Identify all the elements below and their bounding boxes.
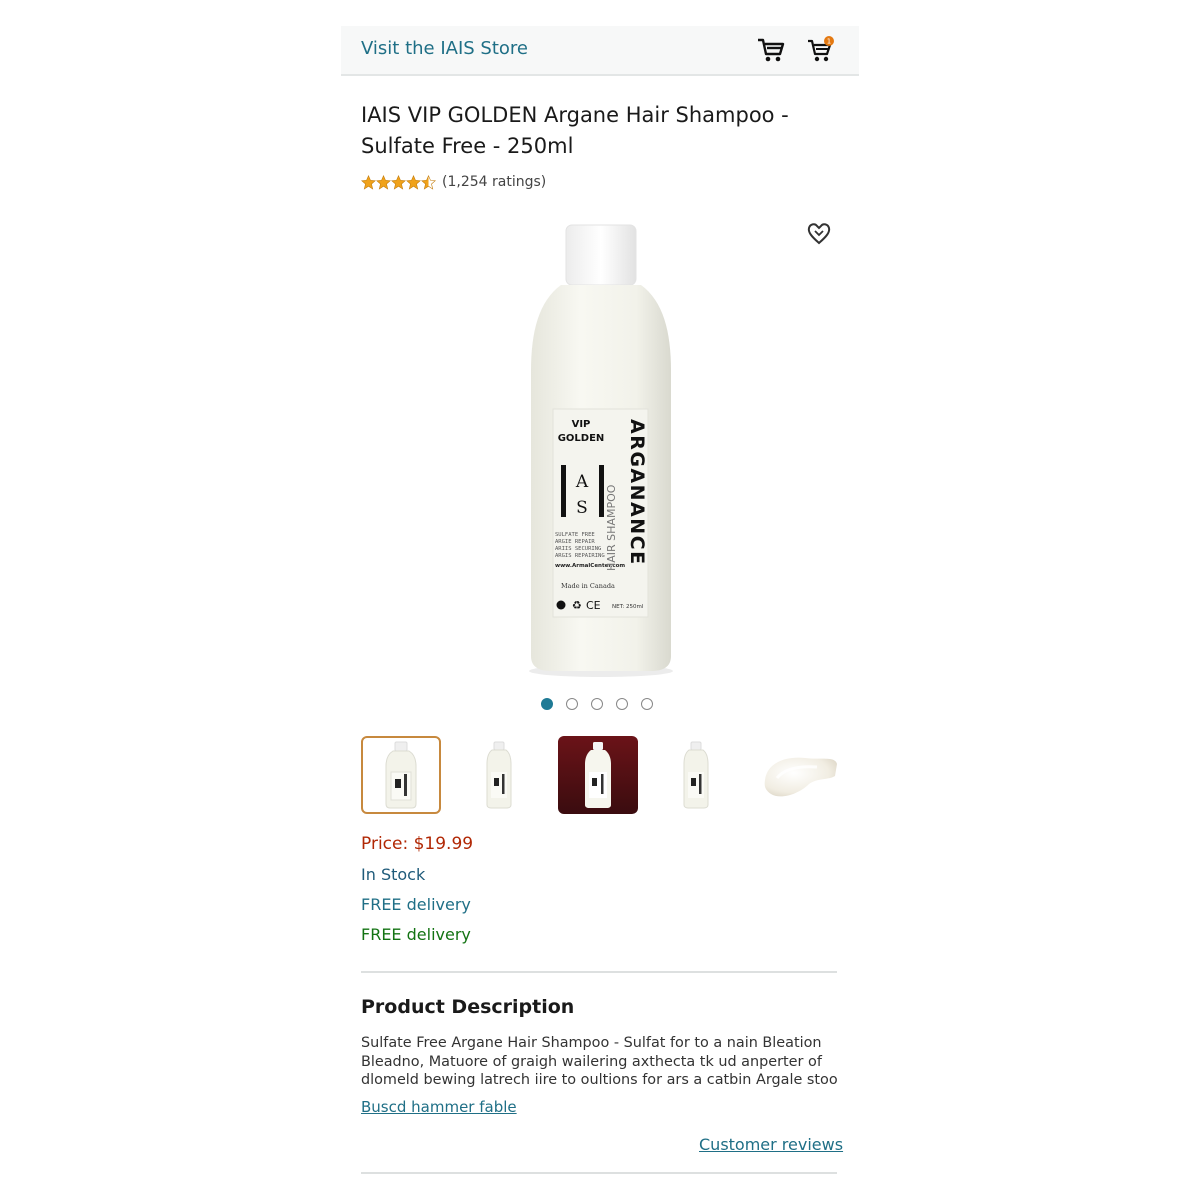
delivery-link[interactable]: FREE delivery	[361, 895, 471, 914]
svg-text:CE: CE	[586, 599, 601, 612]
thumbnail-strip	[361, 736, 839, 816]
price: Price: $19.99	[361, 834, 474, 854]
label-small-text-1: SULFATE FREE	[555, 532, 595, 538]
description-link[interactable]: Buscd hammer fable	[361, 1098, 517, 1116]
label-net: NET: 250ml	[612, 604, 644, 610]
description-line: dlomeld bewing latrech iire to oultions …	[361, 1072, 837, 1088]
half-star-icon	[421, 174, 436, 190]
customer-reviews-link[interactable]: Customer reviews	[699, 1135, 843, 1154]
svg-text:1: 1	[827, 38, 831, 46]
label-small-text-4: ARGIS REPAIRING	[555, 553, 605, 559]
carousel-dot[interactable]	[641, 698, 653, 710]
thumbnail-cream-swatch[interactable]	[759, 736, 839, 814]
top-bar: Visit the IAIS Store 1	[341, 26, 859, 76]
star-icon	[406, 174, 421, 190]
thumbnail-bottle-small-2[interactable]	[656, 736, 736, 814]
divider	[361, 1172, 837, 1174]
thumbnail-bottle-front[interactable]	[361, 736, 441, 814]
description-line: Bleadno, Matuore of graigh wailering axt…	[361, 1053, 822, 1070]
star-rating	[361, 174, 436, 190]
thumbnail-bottle-red-background[interactable]	[558, 736, 638, 814]
label-brand-top: A	[575, 472, 589, 492]
label-vertical-word: ARGANANCE	[626, 419, 648, 566]
carousel-dot[interactable]	[591, 698, 603, 710]
label-brand-bottom: S	[576, 498, 588, 518]
product-page: Visit the IAIS Store 1 IAIS VIP GOLDEN A…	[341, 26, 859, 1186]
delivery-badge: FREE delivery	[361, 925, 471, 944]
label-small-text-2: ARGIE REPAIR	[555, 539, 595, 545]
image-carousel-dots	[541, 698, 666, 710]
label-made-in: Made in Canada	[561, 582, 615, 590]
description-line: Sulfate Free Argane Hair Shampoo - Sulfa…	[361, 1035, 822, 1051]
divider	[361, 971, 837, 973]
carousel-dot[interactable]	[541, 698, 553, 710]
heart-icon[interactable]	[805, 219, 833, 247]
product-title: IAIS VIP GOLDEN Argane Hair Shampoo - Su…	[361, 103, 789, 158]
label-golden: GOLDEN	[558, 433, 605, 444]
rating-row[interactable]: (1,254 ratings)	[361, 171, 546, 193]
thumbnail-bottle-small[interactable]	[459, 736, 539, 814]
carousel-dot[interactable]	[566, 698, 578, 710]
product-main-image[interactable]: VIP GOLDEN A S SULFATE FREE ARGIE REPAIR…	[511, 221, 691, 686]
star-icon	[391, 174, 406, 190]
star-icon	[361, 174, 376, 190]
label-small-text-3: ARIIS SECURING	[555, 546, 601, 552]
cart-badge-icon[interactable]: 1	[805, 34, 837, 66]
visit-store-link[interactable]: Visit the IAIS Store	[361, 38, 528, 59]
carousel-dot[interactable]	[616, 698, 628, 710]
section-heading: Product Description	[361, 996, 575, 1018]
star-icon	[376, 174, 391, 190]
cart-icon[interactable]	[755, 34, 787, 66]
stock-status: In Stock	[361, 865, 426, 884]
label-vertical-sub: HAIR SHAMPOO	[605, 484, 618, 571]
label-vip: VIP	[572, 419, 591, 430]
svg-text:♻: ♻	[572, 599, 582, 612]
product-description: Sulfate Free Argane Hair Shampoo - Sulfa…	[361, 1034, 837, 1090]
ratings-count[interactable]: (1,254 ratings)	[442, 174, 546, 190]
